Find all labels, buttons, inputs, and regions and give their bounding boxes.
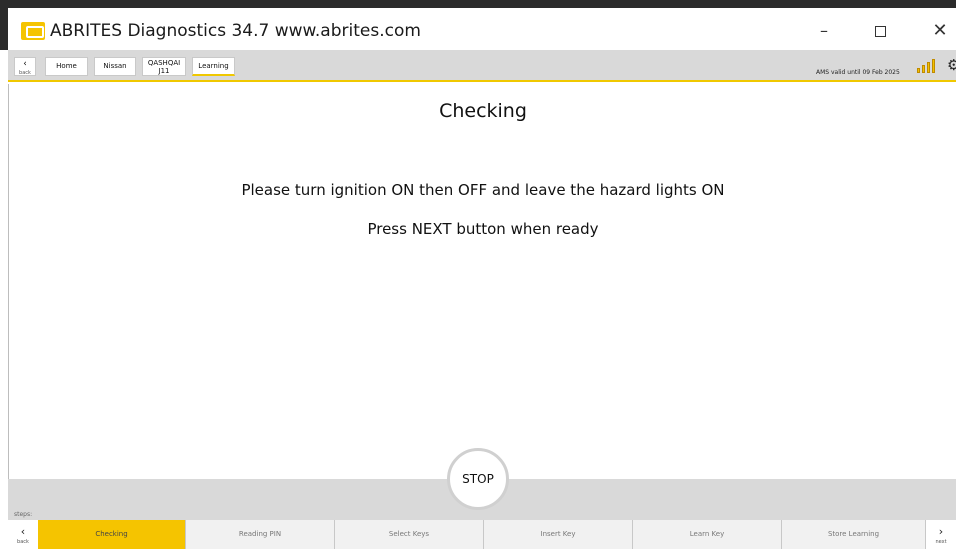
stop-button[interactable]: STOP <box>447 448 509 510</box>
nav-back-label: back <box>19 70 31 76</box>
steps-back-label: back <box>17 539 29 545</box>
breadcrumb-home[interactable]: Home <box>45 57 88 76</box>
abrites-logo-icon <box>21 22 45 40</box>
prompt-text: Press NEXT button when ready <box>367 220 599 238</box>
close-button[interactable]: ✕ <box>920 18 956 44</box>
instruction-text: Please turn ignition ON then OFF and lea… <box>241 181 725 199</box>
step-learn-key[interactable]: Learn Key <box>633 520 782 549</box>
maximize-button[interactable] <box>860 18 900 44</box>
step-checking[interactable]: Checking <box>38 520 186 549</box>
breadcrumb-learning[interactable]: Learning <box>192 57 235 76</box>
step-select-keys[interactable]: Select Keys <box>335 520 484 549</box>
breadcrumb-model[interactable]: QASHQAI J11 <box>142 57 186 76</box>
steps-bar: ‹ back Checking Reading PIN Select Keys … <box>8 520 956 549</box>
signal-strength-icon <box>917 59 939 73</box>
title-bar: ABRITES Diagnostics 34.7 www.abrites.com… <box>0 0 956 50</box>
main-panel: Checking Please turn ignition ON then OF… <box>8 84 956 479</box>
chevron-left-icon: ‹ <box>20 525 26 538</box>
window-title: ABRITES Diagnostics 34.7 www.abrites.com <box>50 21 421 41</box>
step-insert-key[interactable]: Insert Key <box>484 520 633 549</box>
navigation-bar: ‹ back Home Nissan QASHQAI J11 Learning … <box>8 50 956 82</box>
steps-next-button[interactable]: › next <box>926 520 956 549</box>
steps-next-label: next <box>935 539 947 545</box>
nav-back-button[interactable]: ‹ back <box>14 57 36 76</box>
page-title: Checking <box>439 100 527 122</box>
step-store-learning[interactable]: Store Learning <box>782 520 926 549</box>
ams-status-text: AMS valid until 09 Feb 2025 <box>816 69 900 76</box>
settings-gear-icon[interactable]: ⚙ <box>947 56 956 74</box>
steps-back-button[interactable]: ‹ back <box>8 520 38 549</box>
steps-label: steps: <box>14 511 33 518</box>
breadcrumb-nissan[interactable]: Nissan <box>94 57 136 76</box>
chevron-right-icon: › <box>938 525 944 538</box>
maximize-icon <box>874 26 886 37</box>
step-reading-pin[interactable]: Reading PIN <box>186 520 335 549</box>
minimize-button[interactable]: – <box>804 18 844 44</box>
chevron-left-icon: ‹ <box>23 59 27 69</box>
